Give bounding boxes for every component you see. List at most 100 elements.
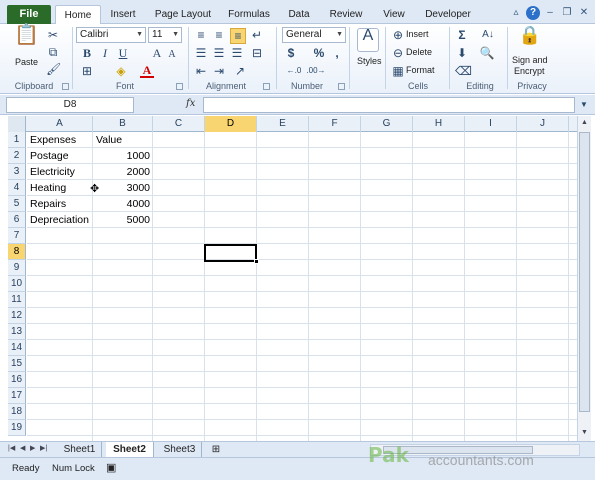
cell-a3[interactable]: Electricity [30,164,90,180]
row-header-16[interactable]: 16 [8,372,26,388]
row-header-1[interactable]: 1 [8,132,26,148]
border-icon[interactable]: ⊞ [80,64,94,78]
find-select-icon[interactable]: 🔍 [479,46,495,60]
row-header-7[interactable]: 7 [8,228,26,244]
number-launcher-icon[interactable] [338,83,345,90]
row-header-19[interactable]: 19 [8,420,26,436]
increase-indent-icon[interactable]: ⇥ [212,64,226,78]
column-header-e[interactable]: E [257,116,309,132]
cell-a2[interactable]: Postage [30,148,90,164]
row-header-11[interactable]: 11 [8,292,26,308]
paste-button[interactable]: Paste [15,57,38,67]
align-middle-icon[interactable]: ≡ [212,28,226,42]
merge-icon[interactable]: ⊟ [250,46,264,60]
column-header-a[interactable]: A [27,116,93,132]
encrypt-label[interactable]: Encrypt [514,66,545,76]
cell-b1[interactable]: Value [96,132,150,148]
row-header-4[interactable]: 4 [8,180,26,196]
first-sheet-icon[interactable]: |◀ [8,444,15,452]
orientation-icon[interactable]: ↗ [232,64,248,78]
decrease-decimal-icon[interactable]: .00→ [306,64,326,78]
vertical-scroll-thumb[interactable] [579,132,590,412]
tab-review[interactable]: Review [326,5,366,24]
cell-b3[interactable]: 2000 [96,164,150,180]
autosum-icon[interactable]: Σ [455,28,469,42]
insert-cells-icon[interactable]: ⊕ [391,28,405,42]
tab-page-layout[interactable]: Page Layout [151,5,215,24]
tab-file[interactable]: File [7,5,51,24]
font-size-select[interactable]: 11 ▼ [148,27,182,43]
column-header-f[interactable]: F [309,116,361,132]
row-header-18[interactable]: 18 [8,404,26,420]
shrink-font-icon[interactable]: A [166,48,178,62]
help-icon[interactable]: ? [526,6,540,20]
align-center-icon[interactable]: ☰ [212,46,226,60]
scroll-down-icon[interactable]: ▼ [578,426,591,440]
column-header-i[interactable]: I [465,116,517,132]
column-header-h[interactable]: H [413,116,465,132]
number-format-select[interactable]: General ▼ [282,27,346,43]
row-header-6[interactable]: 6 [8,212,26,228]
align-right-icon[interactable]: ☰ [230,46,244,60]
cell-a4[interactable]: Heating [30,180,90,196]
copy-icon[interactable]: ⧉ [46,45,60,59]
cell-b2[interactable]: 1000 [96,148,150,164]
percent-icon[interactable]: % [312,46,326,60]
format-painter-icon[interactable]: 🖌 [46,62,61,76]
tab-insert[interactable]: Insert [104,5,142,24]
currency-icon[interactable]: $ [284,46,298,60]
font-name-select[interactable]: Calibri ▼ [76,27,146,43]
select-all-corner[interactable] [8,116,26,132]
delete-cells-button[interactable]: Delete [406,47,432,57]
sort-filter-icon[interactable]: A↓ [479,28,497,42]
align-left-icon[interactable]: ☰ [194,46,208,60]
tab-data[interactable]: Data [283,5,315,24]
expand-formula-bar-icon[interactable]: ▼ [578,98,590,112]
name-box[interactable]: D8 [6,97,134,113]
paste-icon[interactable]: 📋 [14,25,39,54]
fill-icon[interactable]: ⬇ [455,46,469,60]
cut-icon[interactable]: ✂ [46,28,60,42]
active-cell-d8[interactable] [204,244,257,262]
font-launcher-icon[interactable] [176,83,183,90]
clipboard-launcher-icon[interactable] [62,83,69,90]
font-color-icon[interactable]: A [140,64,154,78]
fill-handle[interactable] [254,259,259,264]
clear-icon[interactable]: ⌫ [455,64,472,78]
sheet-tab-sheet2[interactable]: Sheet2 [106,442,154,457]
increase-decimal-icon[interactable]: ←.0 [284,64,304,78]
sheet-tab-sheet1[interactable]: Sheet1 [58,442,102,457]
last-sheet-icon[interactable]: ▶| [40,444,47,452]
next-sheet-icon[interactable]: ▶ [30,444,35,452]
worksheet-grid[interactable]: ABCDEFGHIJ 1 2 3 4 5 6 7 8 9 10 11 12 13 14 15 16 17 18 19… [8,116,577,441]
delete-cells-icon[interactable]: ⊖ [391,46,405,60]
close-icon[interactable]: ✕ [577,6,591,20]
row-header-10[interactable]: 10 [8,276,26,292]
row-header-5[interactable]: 5 [8,196,26,212]
sign-label[interactable]: Sign and [512,55,548,65]
styles-button[interactable]: Styles [357,56,382,66]
row-header-17[interactable]: 17 [8,388,26,404]
tab-developer[interactable]: Developer [420,5,476,24]
underline-icon[interactable]: U [116,46,130,60]
align-top-icon[interactable]: ≡ [194,28,208,42]
column-header-d[interactable]: D [205,116,257,132]
format-cells-icon[interactable]: ▦ [391,64,405,78]
grow-font-icon[interactable]: A [150,46,164,60]
row-header-14[interactable]: 14 [8,340,26,356]
row-header-12[interactable]: 12 [8,308,26,324]
row-header-8[interactable]: 8 [8,244,26,260]
insert-sheet-icon[interactable]: ⊞ [206,442,226,457]
comma-icon[interactable]: , [332,46,342,60]
minimize-icon[interactable]: – [543,6,557,20]
cell-b6[interactable]: 5000 [96,212,150,228]
row-header-13[interactable]: 13 [8,324,26,340]
fill-color-icon[interactable]: ◈ [114,64,128,78]
format-cells-button[interactable]: Format [406,65,435,75]
row-header-3[interactable]: 3 [8,164,26,180]
column-header-b[interactable]: B [93,116,153,132]
cell-b4[interactable]: 3000 [96,180,150,196]
cell-b5[interactable]: 4000 [96,196,150,212]
tab-view[interactable]: View [378,5,410,24]
sign-encrypt-icon[interactable]: 🔒 [518,26,542,52]
